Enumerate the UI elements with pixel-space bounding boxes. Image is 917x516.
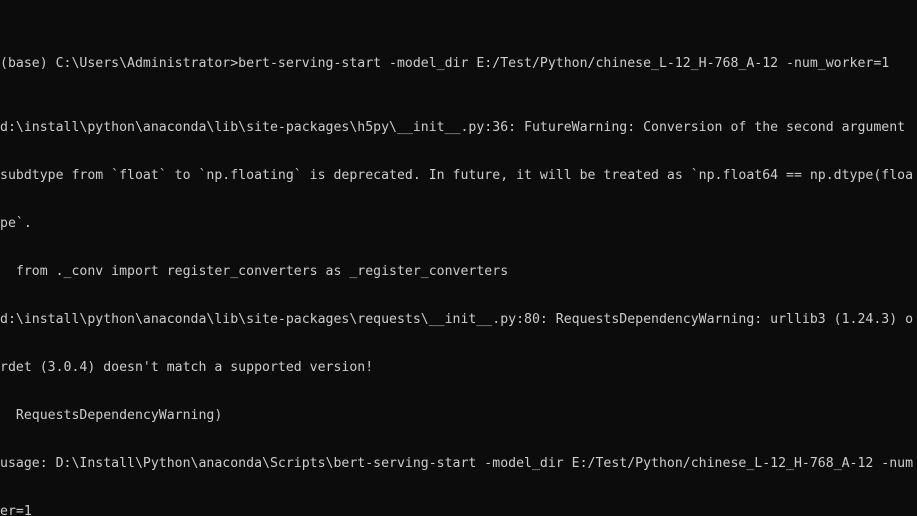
output-line-conv-import: from ._conv import register_converters a… (0, 264, 509, 279)
output-line-chardet-version: rdet (3.0.4) doesn't match a supported v… (0, 360, 374, 375)
output-line-usage: usage: D:\Install\Python\anaconda\Script… (0, 456, 914, 471)
output-line-h5py-futurewarning: d:\install\python\anaconda\lib\site-pack… (0, 120, 906, 135)
output-line-subdtype-deprecation: subdtype from `float` to `np.floating` i… (0, 168, 914, 183)
output-line-dtype-continuation: pe`. (0, 216, 32, 231)
terminal-window[interactable]: (base) C:\Users\Administrator>bert-servi… (0, 0, 917, 516)
terminal-screen[interactable]: (base) C:\Users\Administrator>bert-servi… (0, 8, 917, 516)
prompt-command-line: (base) C:\Users\Administrator>bert-servi… (0, 56, 890, 71)
output-line-requests-dependencywarning: d:\install\python\anaconda\lib\site-pack… (0, 312, 914, 327)
output-line-usage-continuation: er=1 (0, 504, 32, 516)
output-line-requestsdependencywarning-tail: RequestsDependencyWarning) (0, 408, 223, 423)
